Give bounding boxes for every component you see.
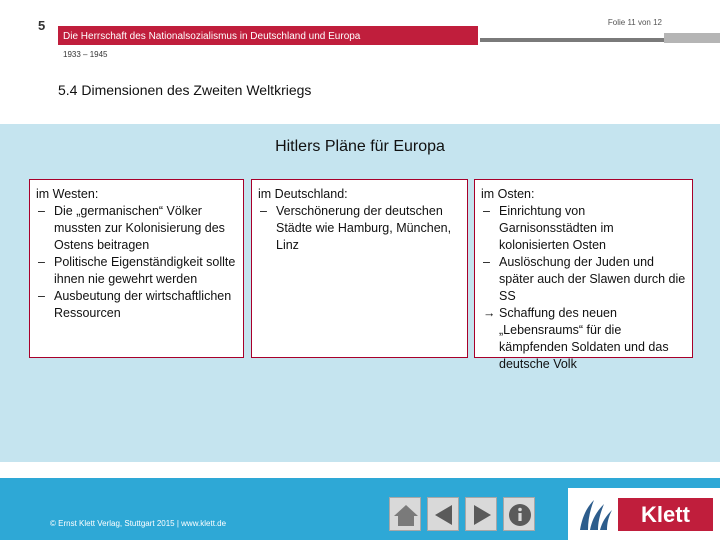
info-button[interactable]: [503, 497, 535, 531]
list-item: – Die „germanischen“ Völker mussten zur K…: [38, 204, 225, 252]
box-east-heading: im Osten:: [481, 187, 535, 201]
klett-logo-text: Klett: [618, 498, 713, 531]
header-divider-dark: [480, 38, 664, 42]
section-title: 5.4 Dimensionen des Zweiten Weltkriegs: [58, 82, 312, 98]
previous-slide-button[interactable]: [427, 497, 459, 531]
header-divider-light: [664, 33, 720, 43]
list-item: – Ausbeutung der wirtschaftlichen Ressour…: [38, 289, 232, 320]
header-years: 1933 – 1945: [63, 50, 108, 59]
list-item: – Auslöschung der Juden und später auch d…: [483, 255, 686, 303]
box-germany: im Deutschland: – Verschönerung der deuts…: [251, 179, 468, 358]
list-item: – Verschönerung der deutschen Städte wie …: [260, 204, 452, 252]
next-slide-button[interactable]: [465, 497, 497, 531]
box-west: im Westen: – Die „germanischen“ Völker mu…: [29, 179, 244, 358]
box-germany-list: – Verschönerung der deutschen Städte wie …: [258, 203, 461, 254]
box-west-heading: im Westen:: [36, 187, 99, 201]
box-germany-heading: im Deutschland:: [258, 187, 348, 201]
prev-arrow-icon: [435, 505, 452, 525]
slide-counter: Folie 11 von 12: [607, 18, 662, 27]
header-title: Die Herrschaft des Nationalsozialismus i…: [63, 31, 361, 42]
klett-logo: Klett: [568, 488, 720, 540]
box-east: im Osten: – Einrichtung von Garnisonsstäd…: [474, 179, 693, 371]
content-panel: Hitlers Pläne für Europa im Westen: – Die…: [0, 124, 720, 462]
klett-logo-mark-icon: [580, 500, 612, 530]
panel-title: Hitlers Pläne für Europa: [275, 138, 445, 155]
home-icon: [394, 505, 418, 526]
next-arrow-icon: [474, 505, 491, 525]
info-icon: [509, 504, 531, 526]
list-item: – Politische Eigenständigkeit sollte ihne…: [38, 255, 236, 286]
chapter-number: 5: [38, 18, 46, 33]
box-west-list: – Die „germanischen“ Völker mussten zur K…: [36, 203, 237, 322]
list-item: – Einrichtung von Garnisonsstädten im kol…: [483, 204, 614, 252]
copyright-text: © Ernst Klett Verlag, Stuttgart 2015 | w…: [50, 519, 227, 528]
home-button[interactable]: [389, 497, 421, 531]
box-east-list: – Einrichtung von Garnisonsstädten im kol…: [481, 203, 686, 373]
list-item: → Schaffung des neuen „Lebensraums“ für d…: [483, 306, 669, 371]
